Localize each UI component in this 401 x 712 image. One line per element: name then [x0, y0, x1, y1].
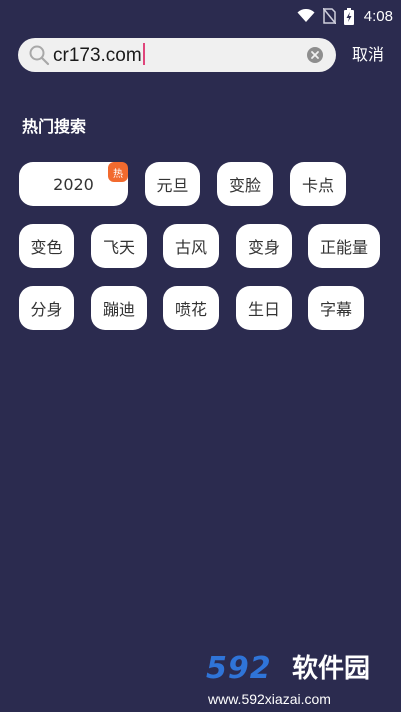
hot-tag-label: 分身	[30, 300, 63, 319]
hot-tag[interactable]: 变色	[19, 224, 74, 268]
hot-tag-label: 2020	[53, 174, 94, 194]
search-input[interactable]: cr173.com	[18, 38, 336, 72]
hot-tag[interactable]: 变身	[236, 224, 292, 268]
hot-tag-label: 元旦	[156, 176, 189, 195]
hot-tag[interactable]: 生日	[236, 286, 292, 330]
watermark-logo-digits: 592	[206, 651, 272, 686]
watermark-url: www.592xiazai.com	[208, 691, 331, 707]
clear-icon[interactable]	[306, 46, 324, 64]
hot-tag-label: 生日	[247, 300, 280, 319]
hot-search-title: 热门搜索	[22, 117, 87, 136]
hot-tag-label: 变身	[247, 238, 280, 257]
search-query-text: cr173.com	[53, 45, 142, 66]
hot-tag[interactable]: 蹦迪	[91, 286, 147, 330]
hot-tag-label: 卡点	[301, 176, 334, 195]
hot-tag-label: 正能量	[319, 238, 368, 257]
hot-tag-label: 变脸	[228, 176, 261, 195]
status-icons: 4:08	[297, 6, 393, 26]
cancel-button[interactable]: 取消	[352, 44, 384, 66]
hot-tag[interactable]: 元旦	[145, 162, 200, 206]
status-bar: 4:08	[0, 0, 401, 32]
hot-tag[interactable]: 飞天	[91, 224, 147, 268]
hot-tag-label: 变色	[30, 238, 63, 257]
hot-badge: 热	[108, 162, 128, 182]
status-time: 4:08	[363, 7, 393, 25]
text-caret	[142, 43, 145, 65]
search-icon	[29, 45, 50, 66]
hot-tag[interactable]: 分身	[19, 286, 74, 330]
hot-tag-label: 蹦迪	[102, 300, 135, 319]
hot-tag[interactable]: 变脸	[217, 162, 273, 206]
watermark: 592 软件园 www.592xiazai.com	[200, 648, 401, 712]
wifi-icon	[297, 9, 315, 22]
hot-tag[interactable]: 古风	[163, 224, 219, 268]
hot-tag-label: 飞天	[102, 238, 135, 257]
hot-tag[interactable]: 字幕	[308, 286, 364, 330]
hot-tag[interactable]: 卡点	[290, 162, 346, 206]
watermark-logo-text: 软件园	[292, 654, 371, 684]
hot-tag-label: 古风	[174, 238, 207, 257]
search-query: cr173.com	[53, 43, 145, 68]
hot-tag-label: 字幕	[319, 300, 352, 319]
hot-tag[interactable]: 正能量	[308, 224, 380, 268]
battery-charging-icon	[343, 7, 354, 25]
hot-tag[interactable]: 喷花	[163, 286, 219, 330]
no-sim-icon	[322, 8, 336, 24]
hot-tag[interactable]: 2020 热	[19, 162, 128, 206]
hot-tag-label: 喷花	[174, 300, 207, 319]
